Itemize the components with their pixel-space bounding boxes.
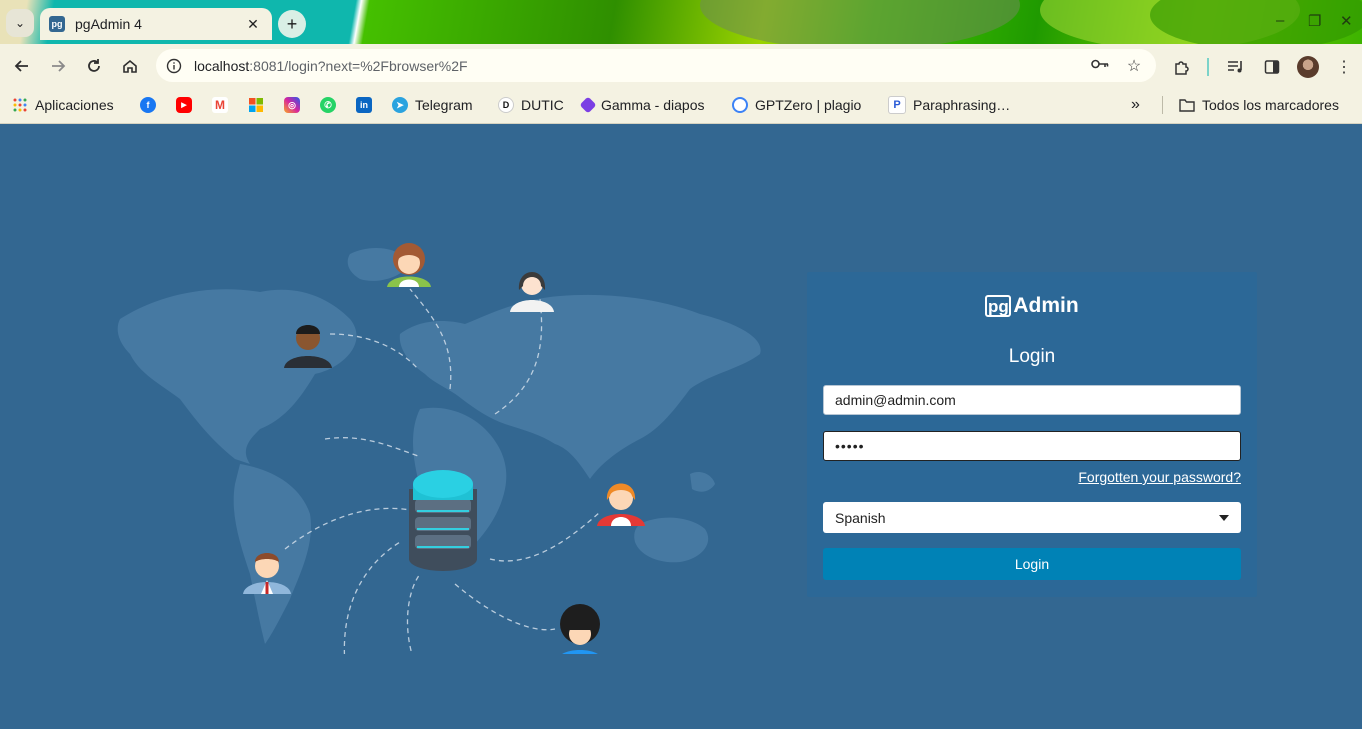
bookmark-label: Telegram (415, 97, 473, 113)
bookmark-paraphrasing[interactable]: P Paraphrasing… (888, 95, 1010, 115)
bookmarks-divider (1162, 96, 1163, 114)
new-tab-button[interactable]: + (278, 10, 306, 38)
home-icon (123, 59, 137, 73)
world-map-icon (117, 248, 761, 644)
restore-button[interactable]: ❐ (1308, 12, 1321, 30)
all-bookmarks-folder[interactable]: Todos los marcadores (1179, 95, 1339, 115)
gptzero-icon (732, 97, 748, 113)
bookmarks-overflow-button[interactable]: » (1131, 95, 1140, 115)
site-info-icon[interactable] (164, 56, 184, 76)
chevron-down-icon: ⌄ (14, 16, 26, 30)
password-key-icon[interactable] (1088, 57, 1112, 75)
language-select-value: Spanish (835, 509, 886, 526)
world-network-illustration (117, 243, 761, 654)
bookmark-gptzero[interactable]: GPTZero | plagio (732, 95, 861, 115)
bookmark-dutic[interactable]: D DUTIC (498, 95, 564, 115)
bookmark-label: DUTIC (521, 97, 564, 113)
url-host: localhost (194, 57, 250, 74)
bookmark-label: Gamma - diapos (601, 97, 705, 113)
person-avatar-icon (510, 272, 554, 312)
bookmark-microsoft[interactable] (248, 95, 271, 115)
tab-search-button[interactable]: ⌄ (6, 9, 34, 37)
pgadmin-logo-mark: pg (985, 295, 1012, 317)
pgadmin-logo-text: Admin (1013, 294, 1079, 317)
close-window-button[interactable]: ✕ (1340, 12, 1353, 30)
person-avatar-icon (560, 604, 600, 654)
login-card: pg Admin Login admin@admin.com ••••• For… (807, 272, 1257, 597)
toolbar-divider (1207, 58, 1209, 76)
back-button[interactable] (10, 54, 34, 78)
pgadmin-favicon-icon: pg (49, 16, 65, 32)
whatsapp-icon: ✆ (320, 97, 336, 113)
language-select[interactable]: Spanish (823, 502, 1241, 533)
bookmark-label: GPTZero | plagio (755, 97, 862, 113)
url-text[interactable]: localhost:8081/login?next=%2Fbrowser%2F (194, 58, 1088, 74)
reload-icon (88, 59, 100, 72)
bookmark-label: Todos los marcadores (1202, 97, 1339, 113)
home-button[interactable] (118, 54, 142, 78)
arrow-right-icon (52, 60, 66, 72)
tab-close-icon[interactable]: ✕ (242, 16, 264, 33)
dutic-icon: D (498, 97, 514, 113)
theme-decoration (700, 0, 1020, 44)
microsoft-icon (248, 97, 264, 113)
bookmark-label: Paraphrasing… (913, 97, 1011, 113)
apps-grid-icon (12, 97, 28, 113)
linkedin-icon: in (356, 97, 372, 113)
paraphrasing-icon: P (888, 96, 906, 114)
bookmark-label: Aplicaciones (35, 97, 114, 113)
reload-button[interactable] (82, 54, 106, 78)
tab-strip: ⌄ pg pgAdmin 4 ✕ + – ❐ ✕ (0, 0, 1362, 44)
url-path: :8081/login?next=%2Fbrowser%2F (249, 57, 468, 74)
person-avatar-icon (597, 483, 645, 526)
instagram-icon: ◎ (284, 97, 300, 113)
folder-icon (1179, 97, 1195, 113)
password-field[interactable]: ••••• (823, 431, 1241, 461)
database-icon (409, 470, 477, 571)
theme-decoration (1150, 0, 1362, 44)
side-panel-icon[interactable] (1261, 56, 1283, 78)
extensions-icon[interactable] (1171, 56, 1193, 78)
pgadmin-logo: pg Admin (807, 294, 1257, 318)
bookmark-youtube[interactable]: ▶ (176, 95, 199, 115)
bookmark-instagram[interactable]: ◎ (284, 95, 307, 115)
bookmark-whatsapp[interactable]: ✆ (320, 95, 343, 115)
bookmark-star-icon[interactable]: ☆ (1122, 56, 1146, 76)
login-heading: Login (1008, 346, 1056, 367)
gamma-icon (579, 96, 597, 114)
email-field[interactable]: admin@admin.com (823, 385, 1241, 415)
tab-pgadmin[interactable]: pg pgAdmin 4 ✕ (40, 8, 272, 40)
gmail-icon: M (212, 97, 228, 113)
tab-title: pgAdmin 4 (75, 16, 142, 32)
youtube-icon: ▶ (176, 97, 192, 113)
forgot-password-link[interactable]: Forgotten your password? (1078, 469, 1241, 485)
bookmark-linkedin[interactable]: in (356, 95, 379, 115)
telegram-icon: ➤ (392, 97, 408, 113)
bookmark-gamma[interactable]: Gamma - diapos (579, 95, 705, 115)
login-button[interactable]: Login (823, 548, 1241, 580)
address-bar[interactable]: localhost:8081/login?next=%2Fbrowser%2F … (156, 49, 1156, 82)
forward-button[interactable] (46, 54, 70, 78)
bookmark-telegram[interactable]: ➤ Telegram (392, 95, 473, 115)
bookmark-gmail[interactable]: M (212, 95, 235, 115)
minimize-button[interactable]: – (1276, 12, 1284, 29)
menu-kebab-icon[interactable]: ⋮ (1333, 56, 1355, 78)
facebook-icon: f (140, 97, 156, 113)
profile-avatar[interactable] (1297, 56, 1319, 78)
bookmark-facebook[interactable]: f (140, 95, 163, 115)
arrow-left-icon (14, 60, 28, 72)
caret-down-icon (1219, 514, 1229, 521)
browser-toolbar: localhost:8081/login?next=%2Fbrowser%2F … (0, 44, 1362, 88)
bookmark-aplicaciones[interactable]: Aplicaciones (12, 95, 114, 115)
media-control-icon[interactable] (1225, 56, 1247, 78)
